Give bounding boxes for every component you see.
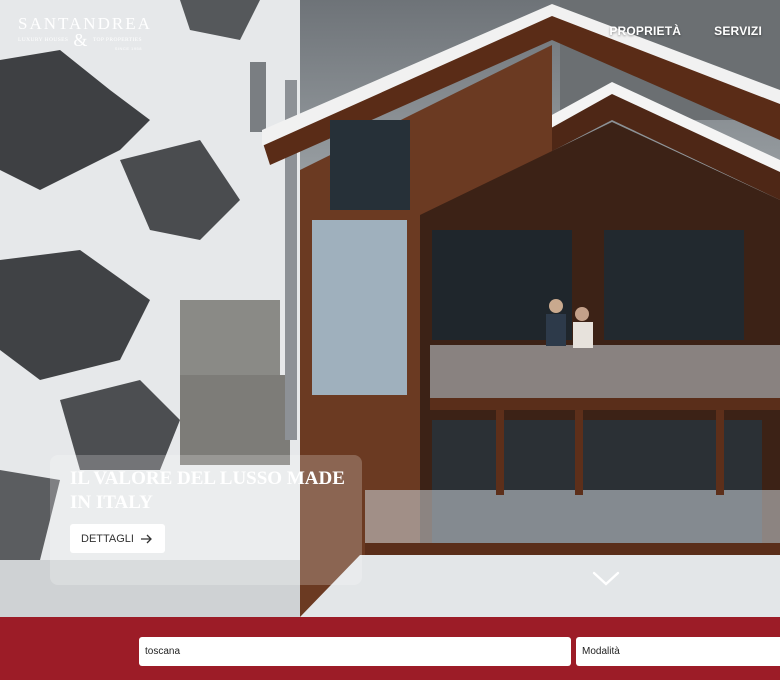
location-input-value: toscana [145, 646, 181, 657]
brand-tagline: SINCE 1958 [114, 46, 142, 51]
brand-logo[interactable]: SANTANDREA LUXURY HOUSES & TOP PROPERTIE… [18, 14, 150, 51]
brand-subtitle: LUXURY HOUSES & TOP PROPERTIES [18, 30, 142, 50]
hero-card: IL VALORE DEL LUSSO MADE IN ITALY DETTAG… [50, 455, 362, 585]
main-nav: PROPRIETÀ SERVIZI [609, 24, 762, 38]
hero-title: IL VALORE DEL LUSSO MADE IN ITALY [70, 468, 345, 513]
search-bar: toscana Modalità [0, 617, 780, 680]
brand-right-sub: TOP PROPERTIES [92, 37, 142, 43]
brand-left-sub: LUXURY HOUSES [18, 37, 69, 43]
mode-select-value: Modalità [582, 646, 620, 657]
details-button-label: DETTAGLI [81, 532, 134, 545]
brand-ampersand: & [73, 30, 88, 50]
details-button[interactable]: DETTAGLI [70, 524, 165, 553]
nav-item-servizi[interactable]: SERVIZI [714, 24, 762, 38]
location-input[interactable]: toscana [139, 637, 571, 666]
arrow-right-icon [140, 534, 152, 543]
mode-select[interactable]: Modalità [576, 637, 780, 666]
chevron-down-icon[interactable] [591, 570, 621, 588]
nav-item-proprieta[interactable]: PROPRIETÀ [609, 24, 681, 38]
